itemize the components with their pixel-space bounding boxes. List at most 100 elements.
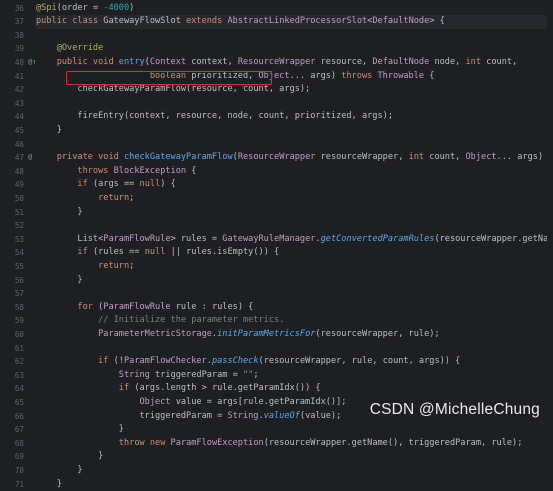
code-line[interactable]	[36, 342, 553, 356]
code-token: ;	[253, 370, 258, 380]
code-token: }	[36, 125, 62, 135]
code-line[interactable]: for (ParamFlowRule rule : rules) {	[36, 301, 553, 315]
code-line[interactable]	[36, 97, 553, 111]
code-token: String	[227, 411, 258, 421]
vertical-scrollbar[interactable]	[547, 0, 553, 431]
code-line[interactable]: String triggeredParam = "";	[36, 369, 553, 383]
code-token	[36, 57, 57, 67]
code-area[interactable]: @Spi(order = -4000)public class GatewayF…	[36, 0, 553, 431]
code-line[interactable]: }	[36, 450, 553, 464]
line-number: 64	[4, 382, 24, 396]
code-line[interactable]: }	[36, 423, 553, 437]
code-text: private void checkGatewayParamFlow(Resou…	[36, 151, 543, 165]
line-number-gutter: 3637383940@↑41424344454647@4849505152535…	[0, 0, 36, 431]
code-token: checkGatewayParamFlow(resource, count, a…	[77, 84, 310, 94]
code-text: if (!ParamFlowChecker.passCheck(resource…	[36, 355, 460, 369]
code-line[interactable]: @Spi(order = -4000)	[36, 2, 553, 16]
code-token: List<	[36, 234, 103, 244]
code-token: entry	[119, 57, 145, 67]
code-text: public class GatewayFlowSlot extends Abs…	[36, 15, 445, 29]
code-token: throws	[77, 166, 113, 176]
code-token: > rules =	[171, 234, 223, 244]
code-token: GatewayFlowSlot	[103, 16, 186, 26]
code-line[interactable]: }	[36, 124, 553, 138]
code-line[interactable]: public void entry(Context context, Resou…	[36, 56, 553, 70]
code-token: for	[77, 302, 93, 312]
code-token: node,	[429, 57, 465, 67]
code-line[interactable]: ParameterMetricStorage.initParamMetricsF…	[36, 328, 553, 342]
code-token	[36, 383, 119, 393]
code-text: throw new ParamFlowException(resourceWra…	[36, 437, 522, 451]
code-token	[36, 166, 77, 176]
code-line[interactable]	[36, 287, 553, 301]
code-token: || rules.isEmpty()) {	[165, 247, 279, 257]
code-token: null	[145, 247, 166, 257]
code-token: if	[77, 179, 87, 189]
line-number: 40	[4, 56, 24, 70]
override-gutter-icon[interactable]: @	[28, 151, 32, 165]
code-line[interactable]: if (!ParamFlowChecker.passCheck(resource…	[36, 355, 553, 369]
code-text: if (rules == null || rules.isEmpty()) {	[36, 246, 279, 260]
code-line[interactable]: }	[36, 478, 553, 491]
code-token: (args ==	[88, 179, 140, 189]
code-line[interactable]: public class GatewayFlowSlot extends Abs…	[36, 15, 553, 29]
code-token: Context	[150, 57, 186, 67]
code-token: if	[119, 383, 129, 393]
code-line[interactable]: }	[36, 464, 553, 478]
line-number: 47	[4, 151, 24, 165]
code-token: ;	[129, 193, 134, 203]
code-line[interactable]: if (args == null) {	[36, 178, 553, 192]
line-number: 58	[4, 301, 24, 315]
code-line[interactable]: return;	[36, 192, 553, 206]
code-token: )	[129, 3, 134, 13]
code-token: DefaultNode	[372, 57, 429, 67]
code-text: if (args.length > rule.getParamIdx()) {	[36, 382, 321, 396]
code-line[interactable]: private void checkGatewayParamFlow(Resou…	[36, 151, 553, 165]
code-token: ... args)	[497, 152, 544, 162]
line-number: 61	[4, 342, 24, 356]
code-text: public void entry(Context context, Resou…	[36, 56, 517, 70]
code-line[interactable]	[36, 29, 553, 43]
line-number: 67	[4, 423, 24, 437]
line-number: 70	[4, 464, 24, 478]
code-text: }	[36, 478, 62, 491]
code-token: (order =	[57, 3, 104, 13]
code-line[interactable]: }	[36, 206, 553, 220]
code-token: @Spi	[36, 3, 57, 13]
code-text: checkGatewayParamFlow(resource, count, a…	[36, 83, 310, 97]
code-line[interactable]	[36, 219, 553, 233]
code-text: triggeredParam = String.valueOf(value);	[36, 410, 341, 424]
code-token: ParamFlowChecker	[124, 356, 207, 366]
code-token: count,	[424, 152, 465, 162]
code-line[interactable]	[36, 138, 553, 152]
code-editor[interactable]: 3637383940@↑41424344454647@4849505152535…	[0, 0, 553, 431]
code-line[interactable]: if (rules == null || rules.isEmpty()) {	[36, 246, 553, 260]
line-number: 57	[4, 287, 24, 301]
code-line[interactable]: // Initialize the parameter metrics.	[36, 314, 553, 328]
code-token: ResourceWrapper	[238, 57, 316, 67]
code-token: rule : rules) {	[171, 302, 254, 312]
code-token: if	[98, 356, 108, 366]
code-token: Throwable	[378, 71, 425, 81]
code-token: resource,	[315, 57, 372, 67]
code-line[interactable]: throws BlockException {	[36, 165, 553, 179]
code-token: ParamFlowException	[171, 438, 264, 448]
code-line[interactable]: }	[36, 274, 553, 288]
code-token: throw new	[119, 438, 171, 448]
code-line[interactable]: fireEntry(context, resource, node, count…	[36, 110, 553, 124]
code-line[interactable]: return;	[36, 260, 553, 274]
code-token: initParamMetricsFor	[217, 329, 315, 339]
code-line[interactable]: throw new ParamFlowException(resourceWra…	[36, 437, 553, 451]
code-line[interactable]: if (args.length > rule.getParamIdx()) {	[36, 382, 553, 396]
line-number: 56	[4, 274, 24, 288]
code-token: ParamFlowRule	[103, 234, 170, 244]
code-token: ;	[129, 261, 134, 271]
code-token	[36, 370, 119, 380]
line-number: 62	[4, 355, 24, 369]
code-token: }	[36, 275, 83, 285]
code-line[interactable]: checkGatewayParamFlow(resource, count, a…	[36, 83, 553, 97]
line-number: 50	[4, 192, 24, 206]
code-token: extends	[186, 16, 227, 26]
code-line[interactable]: @Override	[36, 42, 553, 56]
code-line[interactable]: List<ParamFlowRule> rules = GatewayRuleM…	[36, 233, 553, 247]
